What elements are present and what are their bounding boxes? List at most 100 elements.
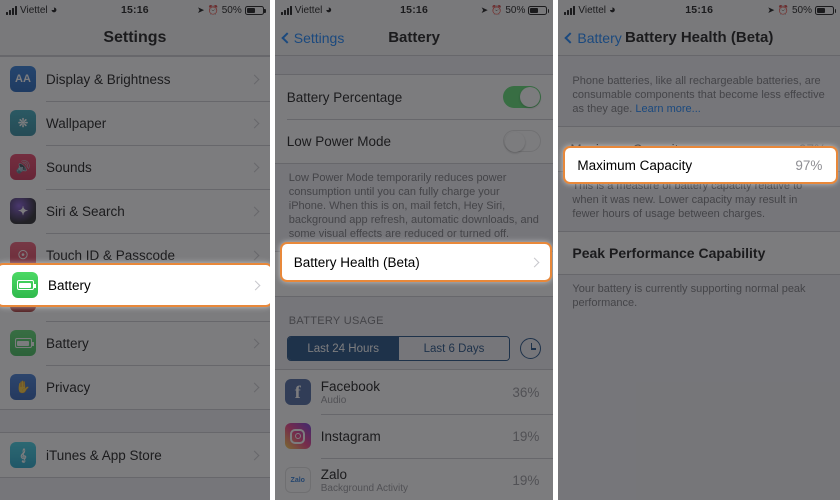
app-name: Facebook [320,378,381,394]
row-label: iTunes & App Store [46,447,162,463]
settings-group-2: 𝄞 iTunes & App Store [0,432,270,478]
usage-percent: 19% [512,428,540,444]
back-button-battery[interactable]: Battery [564,29,622,46]
battery-percent-label: 50% [221,4,242,16]
learn-more-link[interactable]: Learn more... [635,103,700,115]
clock-icon[interactable] [520,338,542,359]
row-label: Touch ID & Passcode [46,247,176,263]
list-item-zalo[interactable]: Zalo Zalo Background Activity 19% [274,458,554,500]
peak-performance-title: Peak Performance Capability [558,231,840,275]
row-label: Siri & Search [46,203,125,219]
chevron-right-icon [250,280,261,290]
segment-last-6-days[interactable]: Last 6 Days [398,337,510,360]
segmented-control[interactable]: Last 24 Hours Last 6 Days [286,336,511,361]
low-power-mode-label: Low Power Mode [286,133,392,149]
status-bar-1: Viettel ◕ 15:16 ➤ ⏰ 50% [0,0,270,20]
usage-percent: 19% [512,472,540,488]
status-right-3: ➤ ⏰ 50% [767,4,836,16]
row-battery-percentage[interactable]: Battery Percentage [274,75,554,119]
siri-search-icon: ✦ [10,198,36,224]
row-label: Wallpaper [46,115,107,131]
alarm-clock-icon: ⏰ [777,4,789,15]
panel-settings: Viettel ◕ 15:16 ➤ ⏰ 50% Settings AA Disp… [0,0,270,500]
battery-icon-highlight [12,272,38,298]
battery-status-icon [815,5,836,15]
highlight-battery-health-label: Battery Health (Beta) [293,254,420,270]
highlight-maximum-capacity-value: 97% [795,157,823,173]
chevron-right-icon [249,118,260,128]
battery-percent-label: 50% [791,4,812,16]
usage-list: f Facebook Audio 36% Instagram 19% Zalo [274,369,554,500]
highlight-maximum-capacity-label: Maximum Capacity [577,157,693,173]
nav-bar-battery-health: Battery Battery Health (Beta) [558,20,840,56]
page-title: Settings [103,28,167,46]
chevron-right-icon [249,450,260,460]
battery-health-content[interactable]: Phone batteries, like all rechargeable b… [558,56,840,500]
highlight-maximum-capacity-row[interactable]: Maximum Capacity 97% [563,146,839,184]
sidebar-item-itunes-app-store[interactable]: 𝄞 iTunes & App Store [0,433,270,477]
usage-percent: 36% [512,384,540,400]
list-item-facebook[interactable]: f Facebook Audio 36% [274,370,554,414]
app-name: Instagram [320,428,381,444]
app-subtitle: Audio [320,394,347,406]
segment-last-24-hours[interactable]: Last 24 Hours [287,337,399,360]
settings-group-1: AA Display & Brightness ❊ Wallpaper 🔊 So… [0,56,270,410]
row-label: Sounds [46,159,92,175]
sidebar-item-sounds[interactable]: 🔊 Sounds [0,145,270,189]
zalo-icon: Zalo [284,467,311,493]
low-power-mode-toggle[interactable] [503,130,542,152]
battery-status-icon [244,5,266,15]
display-brightness-icon: AA [10,66,36,92]
alarm-clock-icon: ⏰ [491,4,503,15]
list-item-instagram[interactable]: Instagram 19% [274,414,554,458]
location-arrow-icon: ➤ [767,4,775,15]
usage-range-control[interactable]: Last 24 Hours Last 6 Days [275,332,554,369]
location-arrow-icon: ➤ [196,4,205,15]
status-bar-3: Viettel ◕ 15:16 ➤ ⏰ 50% [558,0,840,20]
facebook-icon: f [284,379,311,405]
battery-health-intro: Phone batteries, like all rechargeable b… [558,56,840,126]
battery-status-icon [528,5,550,15]
itunes-app-store-icon: 𝄞 [10,442,36,468]
usage-text: Instagram [321,429,381,444]
sounds-icon: 🔊 [10,154,36,180]
usage-text: Facebook Audio [321,379,380,406]
row-low-power-mode[interactable]: Low Power Mode [274,119,554,163]
sidebar-item-siri-search[interactable]: ✦ Siri & Search [0,189,270,233]
row-label: Display & Brightness [46,71,171,87]
sidebar-item-wallpaper[interactable]: ❊ Wallpaper [0,101,270,145]
battery-percent-label: 50% [505,4,526,16]
screenshot-root: Viettel ◕ 15:16 ➤ ⏰ 50% Settings AA Disp… [0,0,840,500]
sidebar-item-privacy[interactable]: ✋ Privacy [0,365,270,409]
status-right-2: ➤ ⏰ 50% [481,4,550,16]
battery-percentage-label: Battery Percentage [286,89,403,105]
back-button-label: Settings [293,29,345,46]
nav-bar-battery: Settings Battery [274,20,554,56]
alarm-clock-icon: ⏰ [207,4,219,15]
low-power-footer: Low Power Mode temporarily reduces power… [288,172,539,240]
chevron-right-icon [249,382,260,392]
instagram-icon [284,423,311,449]
sidebar-item-display-brightness[interactable]: AA Display & Brightness [0,57,270,101]
status-right-1: ➤ ⏰ 50% [196,4,266,16]
app-name: Zalo [320,466,348,482]
highlight-battery-label: Battery [48,277,91,293]
usage-text: Zalo Background Activity [321,467,408,494]
nav-bar-settings: Settings [0,20,270,56]
battery-toggles-group: Battery Percentage Low Power Mode [274,74,554,164]
chevron-right-icon [249,338,260,348]
sidebar-item-battery[interactable]: Battery [0,321,270,365]
highlight-battery-row[interactable]: Battery [0,263,270,307]
chevron-right-icon [249,74,260,84]
chevron-right-icon [249,250,260,260]
row-label: Privacy [46,379,91,395]
status-bar-2: Viettel ◕ 15:16 ➤ ⏰ 50% [274,0,554,20]
panel-battery: Viettel ◕ 15:16 ➤ ⏰ 50% Settings Battery [274,0,554,500]
battery-percentage-toggle[interactable] [503,86,542,108]
back-button-label: Battery [577,29,622,46]
back-button-settings[interactable]: Settings [281,29,345,46]
highlight-battery-health-row[interactable]: Battery Health (Beta) [279,242,552,282]
row-label: Battery [46,335,89,351]
